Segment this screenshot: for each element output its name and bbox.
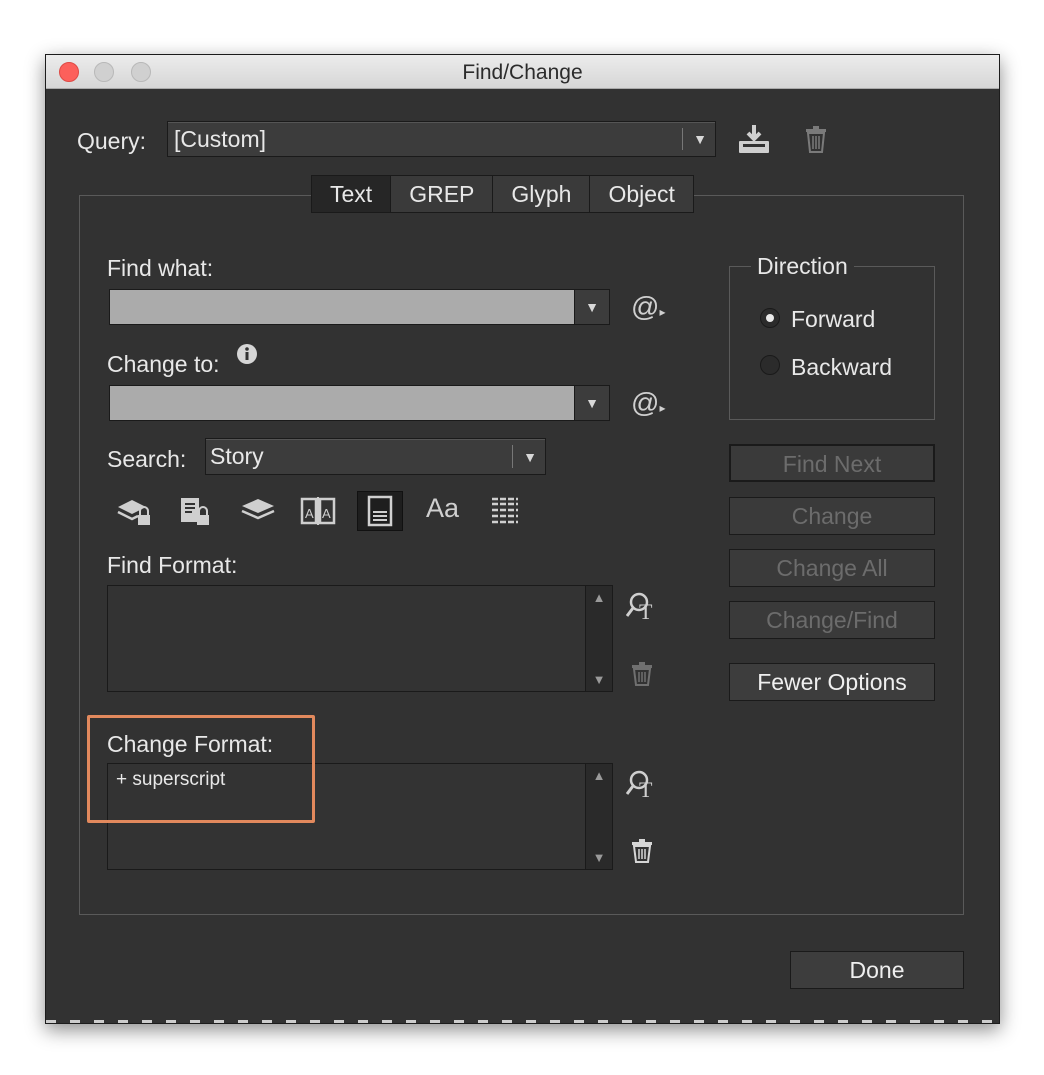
chevron-down-icon: ▼ [693, 131, 707, 147]
dropdown-separator [512, 445, 513, 468]
info-icon[interactable] [236, 343, 258, 370]
query-value: [Custom] [174, 126, 267, 152]
backward-radio[interactable] [760, 355, 780, 375]
fewer-options-button[interactable]: Fewer Options [729, 663, 935, 701]
svg-text:A: A [322, 506, 331, 521]
query-label: Query: [77, 128, 147, 154]
tab-glyph[interactable]: Glyph [493, 176, 591, 212]
change-format-scrollbar[interactable]: ▲ ▼ [585, 764, 612, 869]
title-bar: Find/Change [46, 55, 999, 89]
change-to-label: Change to: [107, 351, 220, 377]
chevron-down-icon: ▼ [585, 299, 599, 315]
scroll-down-icon[interactable]: ▼ [586, 850, 612, 865]
find-what-label: Find what: [107, 255, 214, 281]
clear-change-format-icon[interactable] [631, 839, 653, 868]
find-what-input[interactable] [109, 289, 575, 325]
chevron-down-icon: ▼ [585, 395, 599, 411]
whole-word-icon[interactable] [489, 495, 521, 532]
find-format-label: Find Format: [107, 552, 238, 578]
find-change-dialog: Find/Change Query: [Custom] ▼ Text GREP … [45, 54, 1000, 1024]
done-button[interactable]: Done [790, 951, 964, 989]
find-format-list[interactable]: ▲ ▼ [107, 585, 613, 692]
change-to-input[interactable] [109, 385, 575, 421]
annotation-highlight-box [87, 715, 315, 823]
include-hidden-layers-icon[interactable] [239, 495, 277, 530]
search-scope-dropdown[interactable]: Story ▼ [205, 438, 546, 475]
bottom-edge-artifact [46, 1020, 999, 1023]
find-what-history-dropdown[interactable]: ▼ [574, 289, 610, 325]
direction-legend: Direction [751, 253, 854, 280]
change-button[interactable]: Change [729, 497, 935, 535]
scroll-down-icon[interactable]: ▼ [586, 672, 612, 687]
delete-query-icon[interactable] [804, 125, 828, 158]
include-footnotes-icon[interactable] [357, 491, 403, 531]
backward-label[interactable]: Backward [791, 354, 892, 381]
direction-group [729, 266, 935, 420]
special-characters-icon[interactable]: @▸ [631, 291, 665, 323]
dropdown-separator [682, 128, 683, 150]
case-sensitive-icon[interactable]: Aa [426, 493, 459, 524]
change-to-history-dropdown[interactable]: ▼ [574, 385, 610, 421]
chevron-down-icon: ▼ [523, 448, 537, 465]
specify-find-format-icon[interactable]: T [625, 591, 662, 628]
query-dropdown[interactable]: [Custom] ▼ [167, 121, 716, 157]
include-locked-stories-icon[interactable] [178, 495, 214, 534]
svg-text:A: A [305, 506, 314, 521]
find-next-button[interactable]: Find Next [729, 444, 935, 482]
specify-change-format-icon[interactable]: T [625, 769, 662, 806]
tab-text[interactable]: Text [312, 176, 392, 212]
window-title: Find/Change [462, 61, 583, 84]
save-query-icon[interactable] [737, 123, 771, 160]
special-characters-icon[interactable]: @▸ [631, 387, 665, 419]
search-scope-value: Story [210, 443, 264, 469]
change-all-button[interactable]: Change All [729, 549, 935, 587]
svg-text:T: T [639, 777, 653, 801]
tab-object[interactable]: Object [590, 176, 692, 212]
include-master-pages-icon[interactable]: A A [299, 495, 337, 532]
clear-find-format-icon[interactable] [631, 662, 653, 691]
include-locked-layers-icon[interactable] [116, 495, 154, 534]
scroll-up-icon[interactable]: ▲ [586, 768, 612, 783]
mode-tabs: Text GREP Glyph Object [311, 175, 694, 213]
scroll-up-icon[interactable]: ▲ [586, 590, 612, 605]
find-format-scrollbar[interactable]: ▲ ▼ [585, 586, 612, 691]
forward-label[interactable]: Forward [791, 306, 875, 333]
svg-text:T: T [639, 599, 653, 623]
change-find-button[interactable]: Change/Find [729, 601, 935, 639]
forward-radio[interactable] [760, 308, 780, 328]
search-label: Search: [107, 446, 187, 472]
tab-grep[interactable]: GREP [391, 176, 494, 212]
